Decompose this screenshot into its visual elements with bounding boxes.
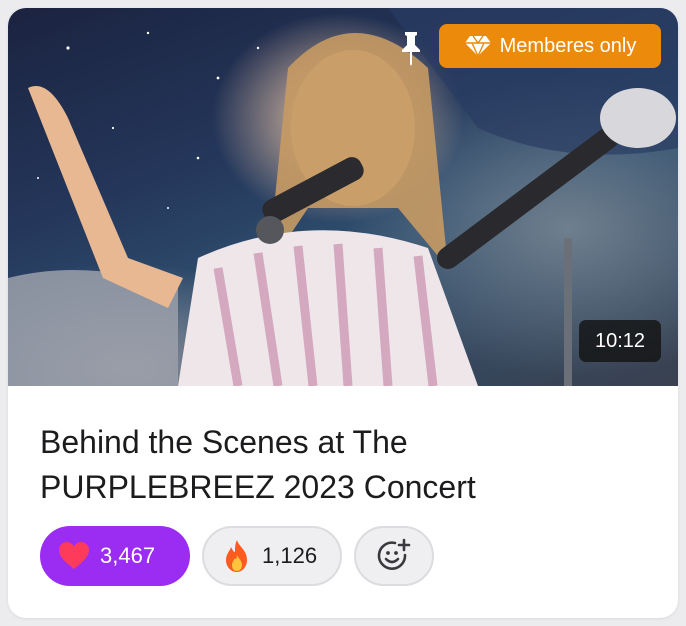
title-line-2: PURPLEBREEZ 2023 Concert [40, 469, 476, 505]
video-card[interactable]: Memberes only 10:12 Behind the Scenes at… [8, 8, 678, 618]
title-line-1: Behind the Scenes at The [40, 424, 408, 460]
members-only-label: Memberes only [499, 34, 637, 57]
pin-icon[interactable] [398, 30, 424, 66]
add-reaction-button[interactable] [354, 526, 434, 586]
diamond-icon [464, 35, 491, 57]
add-reaction-icon [377, 538, 411, 570]
fire-count: 1,126 [262, 543, 318, 568]
fire-icon [226, 540, 247, 572]
heart-reaction-button[interactable]: 3,467 [40, 526, 190, 586]
reaction-bar: 3,467 1,126 [40, 526, 434, 586]
video-thumbnail[interactable]: Memberes only 10:12 [8, 8, 678, 386]
heart-icon [59, 542, 89, 569]
video-title[interactable]: Behind the Scenes at The PURPLEBREEZ 202… [40, 420, 600, 510]
video-duration: 10:12 [579, 320, 661, 362]
heart-count: 3,467 [100, 543, 156, 568]
fire-reaction-button[interactable]: 1,126 [202, 526, 342, 586]
members-only-badge: Memberes only [439, 24, 661, 68]
